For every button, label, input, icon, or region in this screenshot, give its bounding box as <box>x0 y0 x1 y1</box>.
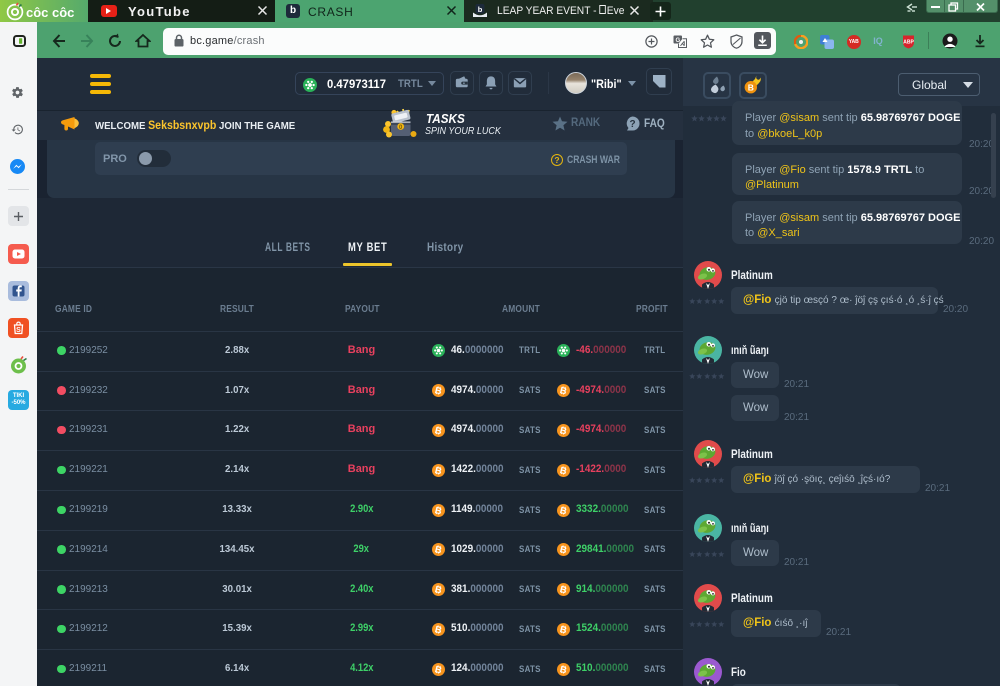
svg-text:B: B <box>748 82 754 92</box>
svg-text:?: ? <box>630 119 636 130</box>
svg-text:S: S <box>16 327 21 334</box>
svg-text:ABP: ABP <box>903 40 914 46</box>
svg-text:b: b <box>478 5 483 14</box>
